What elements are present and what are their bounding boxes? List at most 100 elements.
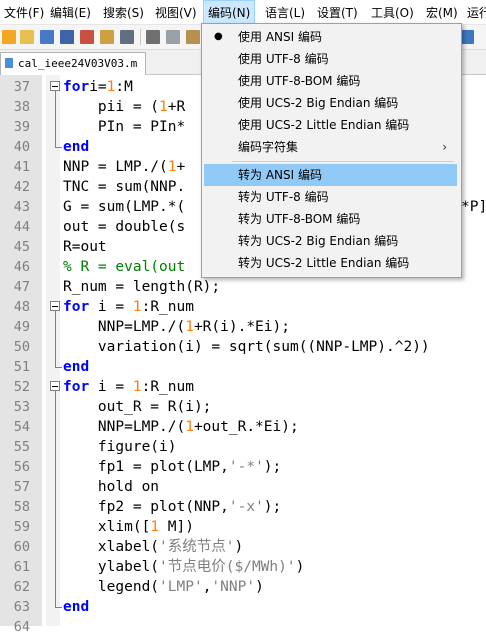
menu-use-utf8-bom[interactable]: 使用 UTF-8-BOM 编码 [204,70,457,92]
code-text: NNP=LMP./(1+out_R.*Ei); [63,417,299,437]
line-number: 54 [13,419,30,435]
save-icon[interactable] [40,30,54,44]
menu-run[interactable]: 运行 [463,0,486,24]
line-number: 39 [13,119,30,135]
menu-convert-utf8[interactable]: 转为 UTF-8 编码 [204,186,457,208]
fold-line [55,597,56,607]
code-token: ); [263,499,282,515]
menu-item-label: 使用 UTF-8 编码 [238,52,329,66]
fold-line [55,517,56,537]
line-number: 41 [13,159,30,175]
menu-use-ucs2-be[interactable]: 使用 UCS-2 Big Endian 编码 [204,92,457,114]
save-all-icon[interactable] [60,30,74,44]
code-text: out = double(s [63,217,185,237]
line-number: 52 [13,379,30,395]
code-token: i= [89,79,107,95]
line-number: 42 [13,179,30,195]
code-token: NNP=LMP./( [63,419,186,435]
code-text: xlabel('系统节点') [63,537,243,557]
code-token: :R_num [141,299,194,315]
menu-use-utf8[interactable]: 使用 UTF-8 编码 [204,48,457,70]
code-token: 1 [167,159,177,175]
menu-search[interactable]: 搜索(S) [99,0,148,24]
code-token: TNC = sum(NNP. [63,179,186,195]
cut-icon[interactable] [146,30,160,44]
paste-icon[interactable] [186,30,200,44]
tab-cal-ieee24[interactable]: cal_ieee24V03V03.m [0,52,147,75]
copy-icon[interactable] [166,30,180,44]
menu-settings[interactable]: 设置(T) [313,0,362,24]
code-text: R_num = length(R); [63,277,220,297]
menu-item-label: 转为 UCS-2 Little Endian 编码 [238,256,410,270]
fold-end-mark [55,147,62,148]
menu-file[interactable]: 文件(F) [0,0,48,24]
line-number: 63 [13,599,30,615]
menu-view[interactable]: 视图(V) [151,0,201,24]
fold-line [55,357,56,367]
code-token: ) [255,579,264,595]
toolbar-separator [140,29,141,45]
code-line: 55 figure(i) [0,437,486,457]
code-token: i = [89,379,133,395]
menu-convert-ucs2-le[interactable]: 转为 UCS-2 Little Endian 编码 [204,252,457,274]
word-wrap-icon[interactable] [460,30,474,44]
menu-tools[interactable]: 工具(O) [367,0,418,24]
code-text: variation(i) = sqrt(sum((NNP-LMP).^2)) [63,337,430,357]
fold-line [55,390,56,397]
code-token: 1 [185,419,194,435]
code-token: '系统节点' [159,539,235,555]
menu-item-label: 使用 UCS-2 Little Endian 编码 [238,118,410,132]
menu-item-label: 转为 UTF-8-BOM 编码 [238,212,361,226]
code-text: % R = eval(out [63,257,185,277]
menu-convert-utf8-bom[interactable]: 转为 UTF-8-BOM 编码 [204,208,457,230]
line-number: 61 [13,559,30,575]
line-number: 49 [13,319,30,335]
open-file-icon[interactable] [20,30,34,44]
fold-line [55,477,56,497]
menu-encoding[interactable]: 编码(N) [203,0,256,24]
fold-line [55,137,56,147]
code-line: 54 NNP=LMP./(1+out_R.*Ei); [0,417,486,437]
file-icon [5,58,13,68]
code-text: hold on [63,477,159,497]
fold-line [55,457,56,477]
code-token: end [63,359,90,375]
code-token: :R_num [141,379,194,395]
code-token: R_num = length(R); [63,279,221,295]
print-icon[interactable] [120,30,134,44]
menu-use-ucs2-le[interactable]: 使用 UCS-2 Little Endian 编码 [204,114,457,136]
menu-character-sets[interactable]: 编码字符集 › [204,136,457,158]
menu-item-label: 转为 ANSI 编码 [238,168,322,182]
line-number: 43 [13,199,30,215]
code-text: for i = 1:R_num [63,377,194,397]
menu-separator [232,161,454,162]
menu-language[interactable]: 语言(L) [261,0,309,24]
code-token: 1 [132,299,142,315]
code-text: end [63,597,89,617]
line-number: 47 [13,279,30,295]
fold-line [55,577,56,597]
menu-use-ansi[interactable]: ● 使用 ANSI 编码 [204,26,457,48]
menu-edit[interactable]: 编辑(E) [46,0,95,24]
menu-convert-ucs2-be[interactable]: 转为 UCS-2 Big Endian 编码 [204,230,457,252]
code-token: xlim([ [63,519,151,535]
menu-item-label: 使用 UCS-2 Big Endian 编码 [238,96,399,110]
menu-macro[interactable]: 宏(M) [422,0,462,24]
new-file-icon[interactable] [2,30,16,44]
close-icon[interactable] [80,30,94,44]
code-text: for i = 1:R_num [63,297,194,317]
checked-bullet-icon: ● [214,31,223,42]
code-token: +R [167,99,186,115]
line-number: 55 [13,439,30,455]
line-number: 46 [13,259,30,275]
fold-line [55,417,56,437]
code-token: hold on [63,479,160,495]
menu-convert-ansi[interactable]: 转为 ANSI 编码 [204,164,457,186]
code-token: PIn = PIn* [63,119,186,135]
line-number: 60 [13,539,30,555]
close-all-icon[interactable] [100,30,114,44]
code-token: 1 [159,99,168,115]
code-token: ); [263,459,282,475]
code-text: out_R = R(i); [63,397,212,417]
code-token: '-x' [228,499,264,515]
